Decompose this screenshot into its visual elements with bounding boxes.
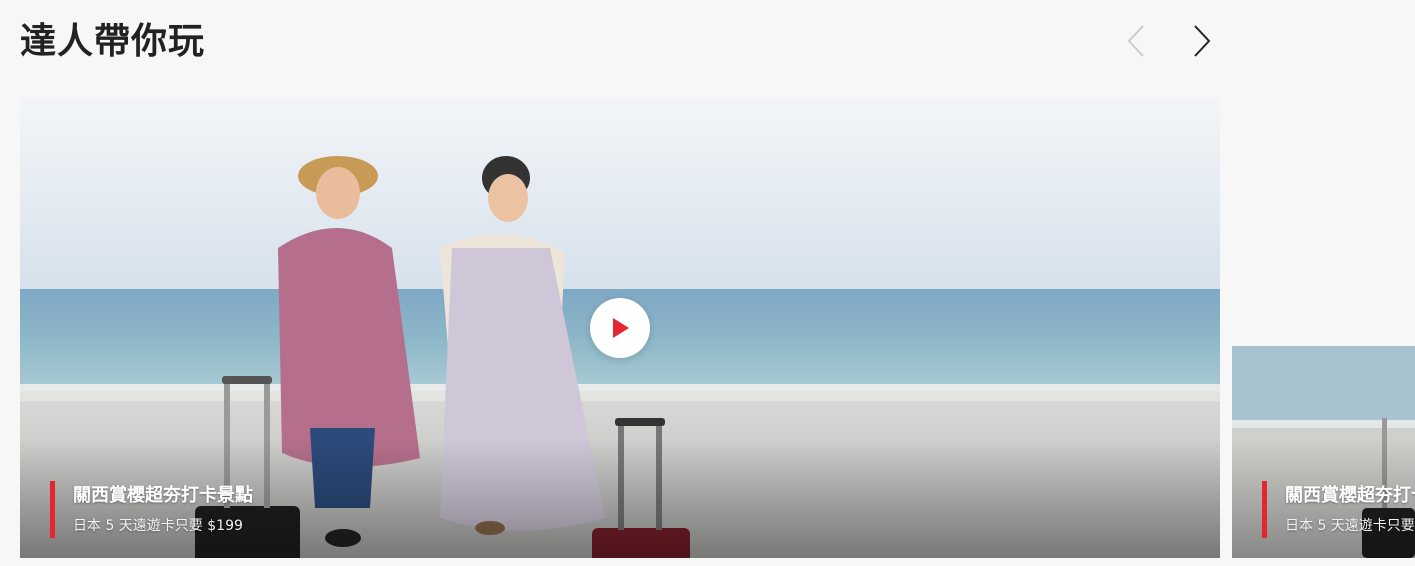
card-subtitle: 日本 5 天遠遊卡只要 $199 [73, 518, 243, 534]
carousel-prev-button[interactable] [1119, 24, 1153, 58]
carousel-next-button[interactable] [1185, 24, 1219, 58]
chevron-right-icon [1194, 25, 1211, 57]
chevron-left-icon [1127, 25, 1144, 57]
card-caption: 關西賞櫻超夯打卡景點 日本 5 天遠遊卡只要 $199 [50, 481, 253, 538]
video-card[interactable]: 關西賞櫻超夯打卡景點 日本 5 天遠遊卡只要 $199 [1232, 98, 1415, 558]
video-carousel-section: 達人帶你玩 關西賞櫻超夯打卡景點 日本 5 天遠遊卡只要 $199 關西賞櫻超夯… [0, 0, 1415, 566]
card-title: 關西賞櫻超夯打卡景點 [1285, 485, 1415, 506]
play-button[interactable] [590, 298, 650, 358]
card-title: 關西賞櫻超夯打卡景點 [73, 485, 253, 506]
card-caption: 關西賞櫻超夯打卡景點 日本 5 天遠遊卡只要 $199 [1262, 481, 1415, 538]
play-icon [613, 318, 629, 338]
video-card[interactable]: 關西賞櫻超夯打卡景點 日本 5 天遠遊卡只要 $199 [20, 98, 1220, 558]
section-title: 達人帶你玩 [20, 21, 206, 62]
card-subtitle: 日本 5 天遠遊卡只要 $199 [1285, 518, 1415, 534]
